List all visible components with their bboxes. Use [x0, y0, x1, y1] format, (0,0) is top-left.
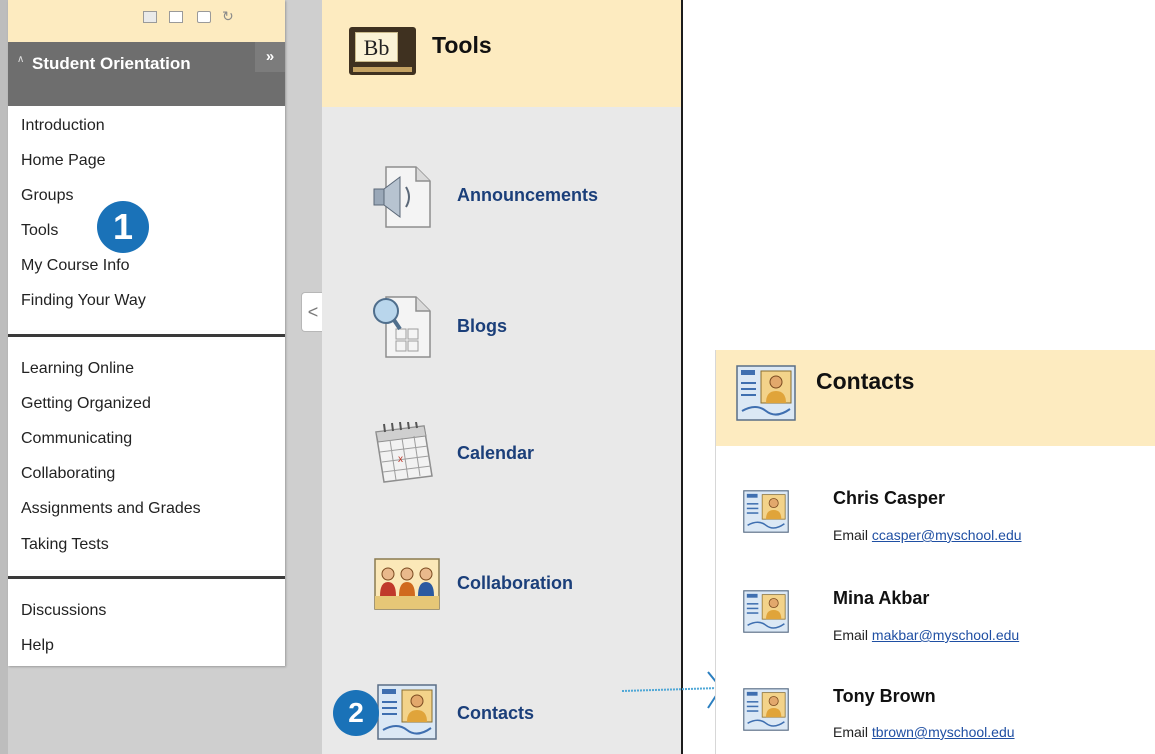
contacts-header: Contacts — [716, 350, 1155, 446]
step-1-callout: 1 — [97, 201, 149, 253]
email-label: Email — [833, 724, 869, 740]
menu-item-tools[interactable]: Tools — [21, 221, 58, 241]
menu-item-collaborating[interactable]: Collaborating — [21, 464, 115, 484]
svg-text:x: x — [398, 454, 403, 465]
contact-card-icon — [736, 365, 796, 421]
email-label: Email — [833, 627, 869, 643]
tool-collaboration[interactable]: Collaboration — [457, 573, 573, 594]
email-link[interactable]: tbrown@myschool.edu — [872, 724, 1015, 740]
menu-item-learning-online[interactable]: Learning Online — [21, 359, 134, 379]
menu-item-finding-your-way[interactable]: Finding Your Way — [21, 291, 146, 311]
menu-item-introduction[interactable]: Introduction — [21, 116, 105, 136]
menu-divider — [8, 334, 285, 337]
new-window-icon[interactable] — [197, 11, 211, 23]
folder-view-icon[interactable] — [169, 11, 183, 23]
contact-email-row: Email tbrown@myschool.edu — [833, 724, 1015, 740]
menu-item-help[interactable]: Help — [21, 636, 54, 656]
speaker-icon[interactable] — [370, 165, 438, 231]
calendar-icon[interactable]: x — [372, 422, 438, 486]
blackboard-logo-icon: Bb — [349, 27, 416, 75]
course-title[interactable]: Student Orientation — [18, 53, 192, 74]
page-title: Contacts — [816, 368, 915, 394]
tools-header: Bb Tools — [322, 0, 681, 107]
course-menu: ↻ ∧ Student Orientation » Introduction H… — [8, 0, 285, 666]
arrow-icon — [621, 671, 723, 709]
course-menu-toolbar: ↻ — [8, 0, 285, 42]
course-menu-header — [8, 42, 285, 106]
menu-item-getting-organized[interactable]: Getting Organized — [21, 394, 151, 414]
contact-card-icon[interactable] — [377, 684, 437, 740]
contacts-page: Contacts Chris Casper Email ccasper@mysc… — [715, 350, 1155, 754]
blog-magnifier-icon[interactable] — [370, 293, 438, 359]
tool-calendar[interactable]: Calendar — [457, 443, 534, 464]
contact-name: Mina Akbar — [833, 588, 930, 608]
contact-name: Tony Brown — [833, 686, 936, 706]
tool-blogs[interactable]: Blogs — [457, 316, 507, 337]
menu-item-discussions[interactable]: Discussions — [21, 601, 106, 621]
contact-email-row: Email makbar@myschool.edu — [833, 627, 1019, 643]
menu-item-assignments-and-grades[interactable]: Assignments and Grades — [21, 499, 201, 519]
contact-card-icon — [743, 688, 789, 731]
blackboard-logo-text: Bb — [355, 32, 398, 62]
step-2-callout: 2 — [333, 690, 379, 736]
menu-item-taking-tests[interactable]: Taking Tests — [21, 535, 109, 555]
tool-contacts[interactable]: Contacts — [457, 703, 534, 724]
contact-card-icon — [743, 490, 789, 533]
tools-page: Bb Tools Announcements Blogs x Calendar … — [322, 0, 683, 754]
refresh-icon[interactable]: ↻ — [222, 8, 234, 25]
contact-email-row: Email ccasper@myschool.edu — [833, 527, 1022, 543]
menu-item-home-page[interactable]: Home Page — [21, 151, 106, 171]
chalk-ledge — [353, 67, 412, 72]
people-icon[interactable] — [374, 558, 440, 610]
email-link[interactable]: ccasper@myschool.edu — [872, 527, 1022, 543]
contact-card-icon — [743, 590, 789, 633]
email-link[interactable]: makbar@myschool.edu — [872, 627, 1019, 643]
course-menu-edge — [0, 0, 8, 754]
contact-name: Chris Casper — [833, 488, 946, 508]
list-view-icon[interactable] — [143, 11, 157, 23]
menu-divider — [8, 576, 285, 579]
menu-item-my-course-info[interactable]: My Course Info — [21, 256, 129, 276]
collapse-menu-tab[interactable]: < — [301, 292, 324, 332]
menu-item-groups[interactable]: Groups — [21, 186, 73, 206]
expand-menu-button[interactable]: » — [255, 42, 285, 72]
page-title: Tools — [432, 32, 492, 58]
email-label: Email — [833, 527, 869, 543]
menu-item-communicating[interactable]: Communicating — [21, 429, 132, 449]
tool-announcements[interactable]: Announcements — [457, 185, 598, 206]
